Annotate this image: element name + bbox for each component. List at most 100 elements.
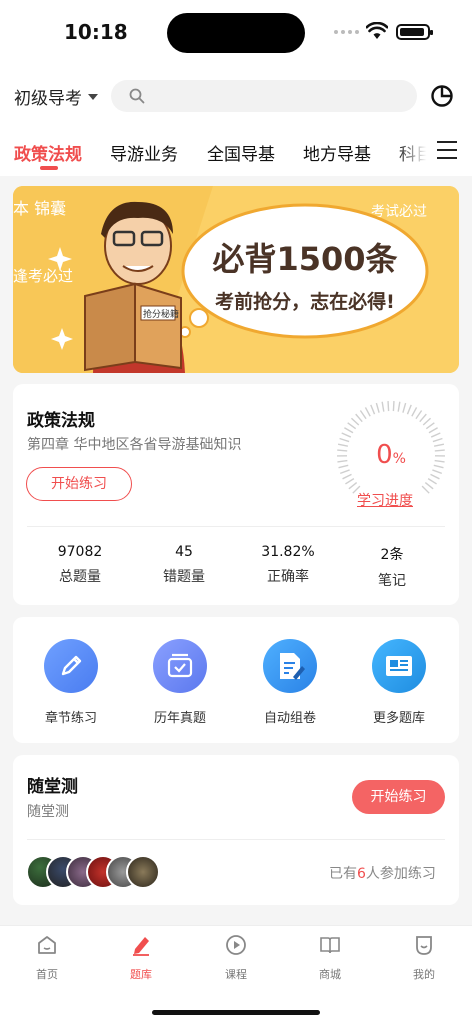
- avatar: [126, 855, 160, 889]
- gauge-tick: [359, 410, 367, 420]
- gauge-tick: [342, 473, 352, 480]
- pie-chart-icon[interactable]: [430, 84, 454, 108]
- practice-tools-card: 章节练习 历年真题 自动组卷 更多题库: [13, 617, 459, 743]
- gauge-tick: [381, 401, 385, 412]
- quiz-card: 随堂测 随堂测 开始练习 已有6人参加练习: [13, 755, 459, 905]
- stat-notes[interactable]: 2条 笔记: [337, 544, 447, 590]
- level-selector[interactable]: 初级导考: [14, 84, 98, 109]
- gauge-tick: [387, 401, 390, 412]
- wifi-icon: [366, 22, 388, 39]
- nav-label: 首页: [36, 968, 58, 981]
- gauge-tick: [345, 478, 355, 485]
- search-bar[interactable]: [111, 80, 417, 112]
- pencil-icon: [44, 639, 98, 693]
- tab-local-basics[interactable]: 地方导基: [303, 140, 371, 165]
- policy-title: 政策法规: [27, 411, 95, 431]
- gauge-tick: [427, 478, 437, 485]
- dynamic-island: [167, 13, 305, 53]
- chevron-down-icon: [88, 93, 98, 100]
- participants-count: 6: [357, 866, 366, 882]
- profile-icon: [416, 936, 432, 955]
- gauge-tick: [341, 432, 352, 438]
- quiz-title: 随堂测: [27, 777, 78, 797]
- tool-more-banks[interactable]: 更多题库: [354, 639, 444, 726]
- level-label: 初级导考: [14, 89, 82, 109]
- top-bar: 初级导考: [0, 64, 472, 126]
- bottom-nav: 首页 题库 课程 商城 我的: [0, 925, 472, 1024]
- status-time: 10:18: [64, 20, 128, 44]
- promo-banner[interactable]: 本 锦囊 考试必过 逢考必过 抢分秘籍 必背1500条 考前抢分，志在必得!: [13, 186, 459, 373]
- divider: [27, 839, 445, 840]
- stat-total: 97082 总题量: [25, 544, 135, 586]
- nav-profile[interactable]: 我的: [394, 934, 454, 982]
- tab-national-basics[interactable]: 全国导基: [207, 140, 275, 165]
- menu-icon[interactable]: [437, 141, 457, 165]
- participants-text: 已有6人参加练习: [329, 863, 436, 883]
- divider: [27, 526, 445, 527]
- gauge-tick: [430, 473, 440, 480]
- stat-label: 错题量: [163, 569, 205, 585]
- gauge-tick: [397, 401, 401, 412]
- stat-value: 45: [175, 544, 193, 560]
- gauge-tick: [375, 402, 380, 413]
- play-icon: [226, 935, 246, 955]
- study-progress-link[interactable]: 学习进度: [357, 490, 413, 510]
- tab-policy[interactable]: 政策法规: [14, 140, 82, 165]
- banner-illustration: 本 锦囊 考试必过 逢考必过 抢分秘籍 必背1500条 考前抢分，志在必得!: [13, 186, 459, 373]
- progress-value: 0%: [334, 440, 448, 470]
- banner-bg-text-left: 本 锦囊: [13, 199, 66, 218]
- gauge-tick: [406, 404, 412, 415]
- signal-icon: [334, 30, 359, 34]
- tab-guide-business[interactable]: 导游业务: [110, 140, 178, 165]
- nav-question-bank[interactable]: 题库: [111, 934, 171, 982]
- gauge-tick: [430, 432, 441, 438]
- quiz-subtitle: 随堂测: [27, 804, 69, 820]
- gauge-tick: [350, 417, 360, 426]
- gauge-tick: [411, 407, 418, 417]
- status-bar: 10:18: [0, 0, 472, 64]
- nav-courses[interactable]: 课程: [206, 934, 266, 982]
- stat-value: 31.82%: [261, 544, 315, 560]
- checked-box-icon: [153, 639, 207, 693]
- tool-label: 章节练习: [44, 711, 97, 726]
- tool-chapter-practice[interactable]: 章节练习: [26, 639, 116, 726]
- chapter-text: 第四章 华中地区各省导游基础知识: [27, 437, 242, 453]
- progress-unit: %: [392, 451, 406, 467]
- nav-home[interactable]: 首页: [17, 934, 77, 982]
- tool-auto-paper[interactable]: 自动组卷: [245, 639, 335, 726]
- stat-wrong[interactable]: 45 错题量: [129, 544, 239, 586]
- tool-label: 自动组卷: [263, 711, 316, 726]
- search-icon: [129, 88, 145, 104]
- start-practice-button[interactable]: 开始练习: [26, 467, 132, 501]
- tool-past-exams[interactable]: 历年真题: [135, 639, 225, 726]
- gauge-tick: [339, 469, 350, 475]
- nav-store[interactable]: 商城: [300, 934, 360, 982]
- nav-label: 我的: [413, 968, 435, 981]
- banner-headline: 必背1500条: [212, 240, 397, 278]
- participants-suffix: 人参加练习: [365, 866, 436, 882]
- participant-avatars: [26, 855, 176, 889]
- pen-icon: [133, 937, 149, 956]
- stat-label: 笔记: [378, 573, 406, 589]
- quiz-start-button[interactable]: 开始练习: [352, 780, 445, 814]
- participants-prefix: 已有: [329, 866, 357, 882]
- policy-progress-card: 政策法规 第四章 华中地区各省导游基础知识 开始练习 0% 学习进度 97082…: [13, 384, 459, 605]
- gauge-tick: [428, 427, 438, 434]
- banner-slogan: 考前抢分，志在必得!: [215, 290, 395, 313]
- stat-value: 2条: [380, 547, 404, 563]
- home-indicator: [152, 1010, 320, 1015]
- gauge-tick: [347, 422, 357, 430]
- gauge-tick: [355, 413, 363, 423]
- category-tabs: 政策法规 导游业务 全国导基 地方导基 科目: [0, 126, 472, 176]
- stat-value: 97082: [57, 544, 103, 560]
- gauge-tick: [344, 427, 354, 434]
- home-icon: [38, 936, 56, 954]
- book-icon: [320, 937, 340, 954]
- nav-label: 题库: [130, 968, 152, 981]
- gauge-tick: [421, 485, 430, 494]
- tab-active-indicator: [40, 166, 58, 170]
- gauge-tick: [370, 404, 376, 415]
- search-input[interactable]: [155, 80, 405, 112]
- battery-icon: [396, 24, 433, 40]
- stat-label: 正确率: [267, 569, 309, 585]
